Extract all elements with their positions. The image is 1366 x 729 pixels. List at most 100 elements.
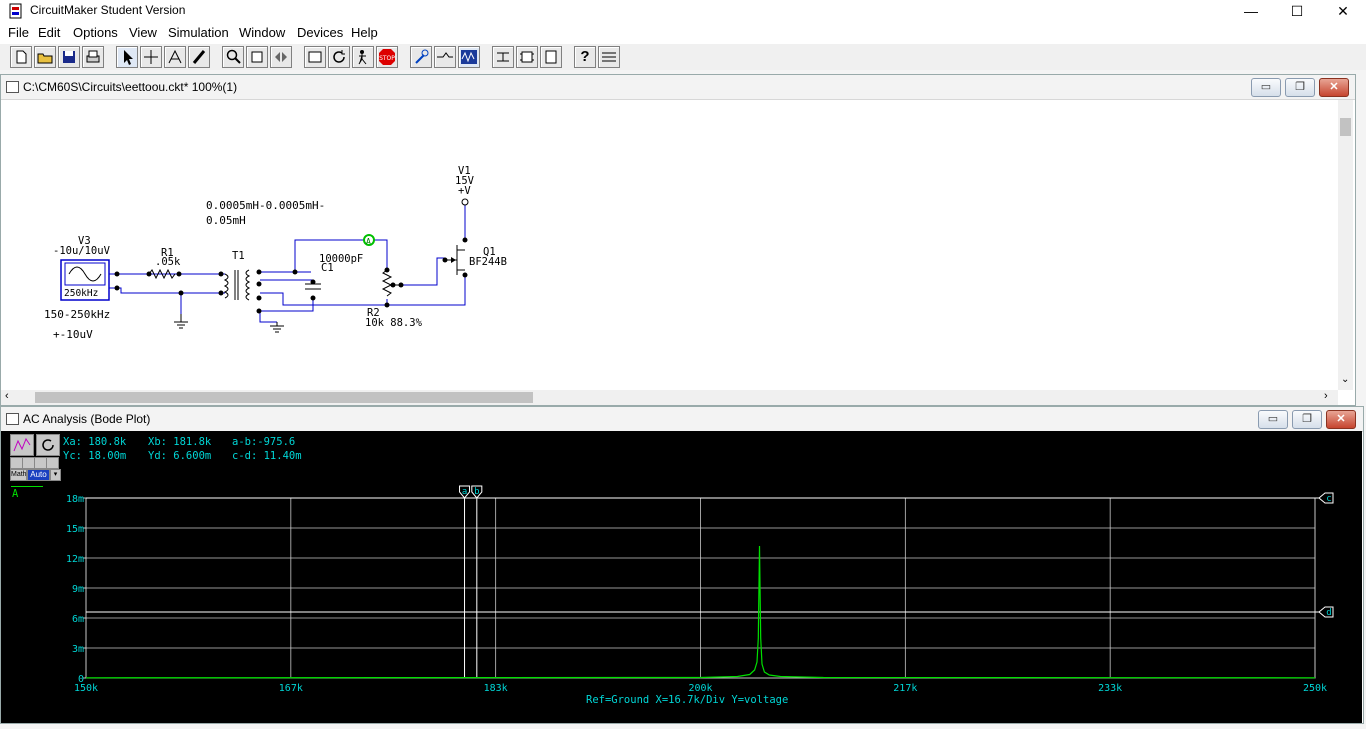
x-tick-label: 167k xyxy=(279,683,303,694)
schematic-vertical-scrollbar[interactable]: ⌄ xyxy=(1338,100,1353,390)
menu-help[interactable]: Help xyxy=(351,25,378,40)
scroll-down-icon[interactable]: ⌄ xyxy=(1341,374,1349,385)
bode-plot-area[interactable]: Math Auto ▾ Xa: 180.8k Xb: 181.8k a-b:-9… xyxy=(1,431,1362,723)
schematic-window-title: C:\CM60S\Circuits\eettoou.ckt* 100%(1) xyxy=(23,80,238,94)
save-icon xyxy=(63,51,75,63)
probe-mode-button[interactable] xyxy=(410,46,432,68)
menu-view[interactable]: View xyxy=(129,25,157,40)
schematic-window-titlebar: C:\CM60S\Circuits\eettoou.ckt* 100%(1) ▭… xyxy=(1,75,1355,100)
close-button[interactable]: ✕ xyxy=(1320,0,1366,22)
scroll-left-icon[interactable]: ‹ xyxy=(5,390,9,402)
text-tool-button[interactable] xyxy=(164,46,186,68)
zoom-icon xyxy=(226,49,241,64)
bode-window-titlebar: AC Analysis (Bode Plot) ▭ ❐ ✕ xyxy=(1,407,1363,432)
probe-tool-icon xyxy=(415,49,429,64)
arrow-tool-button[interactable] xyxy=(116,46,138,68)
reset-icon xyxy=(333,50,345,63)
info-button[interactable] xyxy=(598,46,620,68)
schematic-canvas[interactable]: V3 -10u/10uV 250kHz 150-250kHz +-10uV R1… xyxy=(1,100,1338,390)
open-icon xyxy=(37,53,53,64)
stop-button[interactable]: STOP xyxy=(376,46,398,68)
zoom-button[interactable] xyxy=(222,46,244,68)
open-file-button[interactable] xyxy=(34,46,56,68)
t1-name: T1 xyxy=(232,250,245,262)
y-tick-label: 18m xyxy=(66,494,84,505)
rotate-icon xyxy=(251,51,263,63)
x-tick-label: 200k xyxy=(688,683,712,694)
y-tick-label: 0 xyxy=(78,674,84,685)
stop-label: STOP xyxy=(379,55,395,62)
info-icon xyxy=(602,52,616,62)
menu-devices[interactable]: Devices xyxy=(297,25,343,40)
stop-icon: STOP xyxy=(379,49,395,65)
trace-icon xyxy=(437,52,453,58)
x-tick-label: 183k xyxy=(484,683,508,694)
mirror-button[interactable] xyxy=(270,46,292,68)
r1-value: .05k xyxy=(155,256,181,268)
macro-button[interactable] xyxy=(516,46,538,68)
analysis-button[interactable] xyxy=(458,46,480,68)
bode-minimize-button[interactable]: ▭ xyxy=(1258,410,1288,429)
bode-restore-button[interactable]: ❐ xyxy=(1292,410,1322,429)
bode-window-title: AC Analysis (Bode Plot) xyxy=(23,412,151,426)
bode-chart: 150k 167k 183k 200k 217k 233k 250k03m6m9m12m15… xyxy=(66,485,1334,694)
device-button[interactable] xyxy=(540,46,562,68)
q1-part: BF244B xyxy=(469,256,507,268)
y-tick-label: 6m xyxy=(72,614,84,625)
print-icon xyxy=(86,50,100,63)
wire-tool-button[interactable] xyxy=(140,46,162,68)
device-icon xyxy=(545,50,557,64)
probe-icon xyxy=(192,50,206,64)
step-icon xyxy=(358,50,367,65)
print-button[interactable] xyxy=(82,46,104,68)
digital-icon xyxy=(308,51,322,63)
scroll-right-icon[interactable]: › xyxy=(1324,390,1328,402)
menu-bar: File Edit Options View Simulation Window… xyxy=(0,22,1366,44)
menu-options[interactable]: Options xyxy=(73,25,118,40)
reset-button[interactable] xyxy=(328,46,350,68)
c1-name: C1 xyxy=(321,262,334,274)
save-button[interactable] xyxy=(58,46,80,68)
step-button[interactable] xyxy=(352,46,374,68)
mirror-icon xyxy=(275,52,287,62)
maximize-button[interactable]: ☐ xyxy=(1274,0,1320,22)
text-icon xyxy=(168,49,182,64)
schematic-minimize-button[interactable]: ▭ xyxy=(1251,78,1281,97)
help-button[interactable]: ? xyxy=(574,46,596,68)
vertical-scroll-thumb[interactable] xyxy=(1340,118,1351,136)
switch-button[interactable] xyxy=(492,46,514,68)
rotate-button[interactable] xyxy=(246,46,268,68)
schematic-close-button[interactable]: ✕ xyxy=(1319,78,1349,97)
menu-edit[interactable]: Edit xyxy=(38,25,60,40)
menu-simulation[interactable]: Simulation xyxy=(168,25,229,40)
sweep-label: 150-250kHz xyxy=(44,308,110,321)
probe-tool-button[interactable] xyxy=(188,46,210,68)
v3-value: -10u/10uV xyxy=(53,245,111,257)
v1-node: +V xyxy=(458,185,471,197)
t1-value-line2: 0.05mH xyxy=(206,214,246,227)
cursor-c-label: c xyxy=(1326,494,1331,504)
bode-plot-window: AC Analysis (Bode Plot) ▭ ❐ ✕ Math Auto … xyxy=(0,406,1364,724)
probe-label: A xyxy=(366,237,371,246)
menu-window[interactable]: Window xyxy=(239,25,285,40)
horizontal-scroll-thumb[interactable] xyxy=(35,392,533,403)
trace-button[interactable] xyxy=(434,46,456,68)
cursor-a-label: a xyxy=(462,487,467,497)
plot-footer: Ref=Ground X=16.7k/Div Y=voltage xyxy=(586,694,789,706)
arrow-icon xyxy=(124,50,133,65)
schematic-restore-button[interactable]: ❐ xyxy=(1285,78,1315,97)
new-file-button[interactable] xyxy=(10,46,32,68)
schematic-window: C:\CM60S\Circuits\eettoou.ckt* 100%(1) ▭… xyxy=(0,74,1356,406)
switch-icon xyxy=(497,52,509,62)
schematic-horizontal-scrollbar[interactable]: ‹ › xyxy=(1,390,1338,405)
circuit-diagram: V3 -10u/10uV 250kHz 150-250kHz +-10uV R1… xyxy=(44,165,507,341)
bode-close-button[interactable]: ✕ xyxy=(1326,410,1356,429)
help-icon: ? xyxy=(580,48,590,65)
mdi-workspace: C:\CM60S\Circuits\eettoou.ckt* 100%(1) ▭… xyxy=(0,70,1366,729)
amplitude-label: +-10uV xyxy=(53,328,93,341)
y-tick-label: 3m xyxy=(72,644,84,655)
digital-button[interactable] xyxy=(304,46,326,68)
document-icon xyxy=(6,413,19,425)
minimize-button[interactable]: — xyxy=(1228,0,1274,22)
menu-file[interactable]: File xyxy=(8,25,29,40)
